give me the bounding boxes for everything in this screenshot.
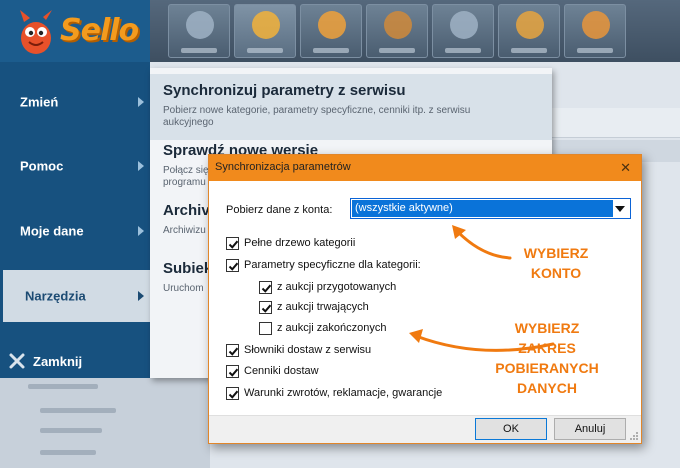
annotation-line: KONTO (530, 265, 582, 281)
annotation-line: ZAKRES (518, 340, 576, 356)
annotation-line: DANYCH (517, 380, 577, 396)
annotation-line: WYBIERZ (514, 320, 580, 336)
annotation-line: WYBIERZ (523, 245, 589, 261)
annotation-account: WYBIERZ KONTO (518, 243, 594, 283)
annotation-range: WYBIERZ ZAKRES POBIERANYCH DANYCH (492, 318, 602, 398)
annotation-line: POBIERANYCH (495, 360, 599, 376)
